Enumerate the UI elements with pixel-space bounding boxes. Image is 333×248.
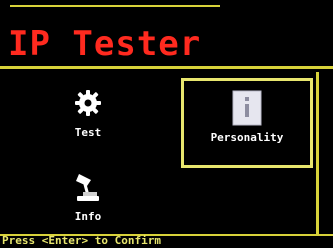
menu-item-test-label: Test [74, 126, 102, 139]
menu-item-personality[interactable]: Personality [181, 78, 313, 168]
menu-item-personality-label: Personality [210, 131, 284, 144]
status-hint: Press <Enter> to Confirm [2, 234, 161, 247]
right-panel-edge [316, 72, 333, 242]
document-info-icon [227, 90, 267, 126]
menu-item-info-label: Info [74, 210, 102, 223]
menu-item-test[interactable]: Test [52, 86, 124, 146]
app-title: IP Tester [8, 24, 202, 64]
menu-item-info[interactable]: Info [52, 170, 124, 230]
header-divider [0, 66, 333, 69]
top-strip [10, 0, 220, 7]
screen: IP Tester Test Personality Info Press <E… [0, 0, 333, 248]
gear-icon [68, 86, 108, 120]
desk-lamp-icon [68, 170, 108, 204]
